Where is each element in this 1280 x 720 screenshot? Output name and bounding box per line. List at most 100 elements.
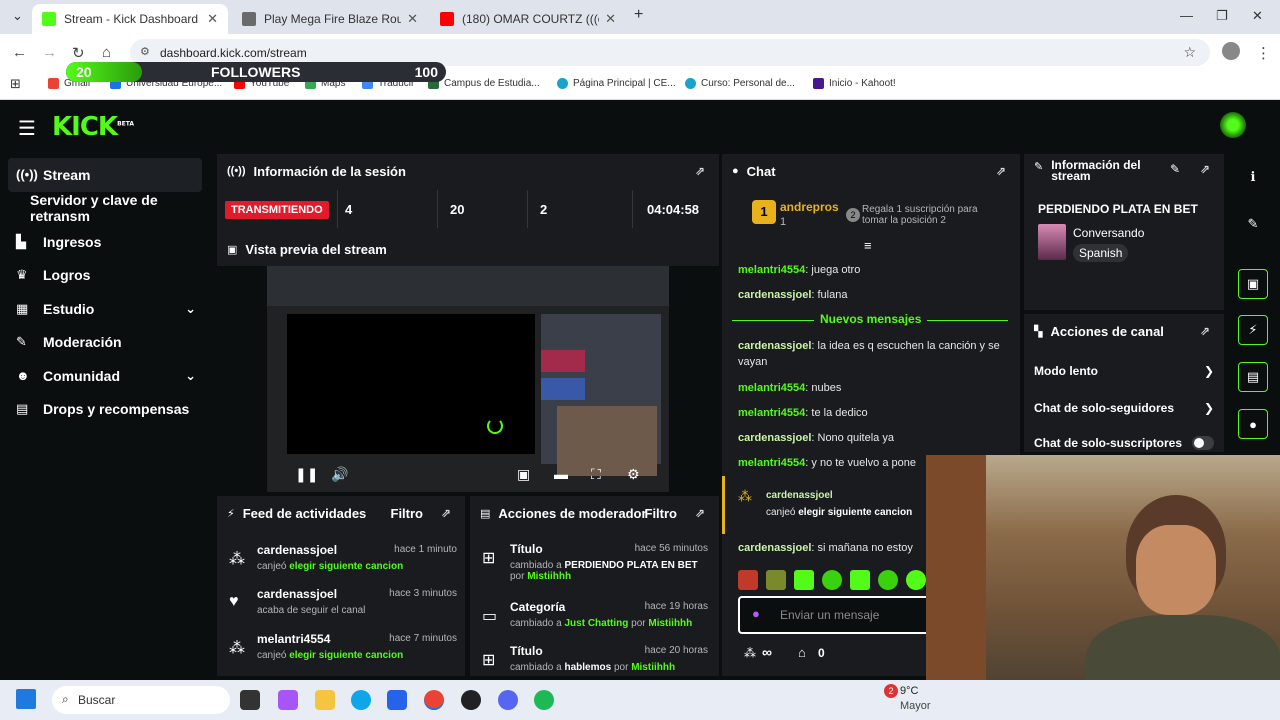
emote-icon[interactable] xyxy=(766,570,786,590)
document-icon[interactable]: ▤ xyxy=(1238,362,1268,392)
emote-icon[interactable] xyxy=(822,570,842,590)
popout-icon[interactable]: ⇗ xyxy=(441,506,451,520)
copilot-icon[interactable] xyxy=(278,690,298,710)
emote-icon[interactable] xyxy=(878,570,898,590)
site-info-icon[interactable]: ⚙ xyxy=(140,45,150,58)
followers-only-action[interactable]: Chat de solo-seguidores ❯ xyxy=(1034,401,1214,415)
tab-search-icon[interactable]: ⌄ xyxy=(12,8,23,24)
pinned-toggle-icon[interactable]: ≡ xyxy=(864,238,872,253)
sidebar-item-moderacion[interactable]: ✎ Moderación xyxy=(0,326,210,360)
session-panel: ((•)) Información de la sesión ⇗ TRANSMI… xyxy=(217,154,719,542)
theater-icon[interactable]: ▬ xyxy=(554,466,568,482)
weather-temp[interactable]: 9°C xyxy=(900,685,918,697)
lightning-icon[interactable]: ⚡ xyxy=(1238,315,1268,345)
activity-user[interactable]: melantri4554 xyxy=(257,632,330,646)
taskbar-search[interactable]: ⌕ Buscar xyxy=(52,686,230,714)
menu-icon[interactable]: ☰ xyxy=(18,116,36,141)
tab-roulette[interactable]: Play Mega Fire Blaze Roulette ✕ xyxy=(232,4,428,34)
pip-icon[interactable]: ▣ xyxy=(517,466,530,483)
obs-icon[interactable] xyxy=(461,690,481,710)
popout-icon[interactable]: ⇗ xyxy=(1200,162,1210,176)
popout-icon[interactable]: ⇗ xyxy=(1200,324,1210,338)
sidebar-item-ingresos[interactable]: ▙ Ingresos xyxy=(0,225,210,259)
stream-preview-video[interactable]: ❚❚ 🔊 ▣ ▬ ⛶ ⚙ xyxy=(267,266,669,492)
sidebar-item-stream[interactable]: ((•)) Stream xyxy=(8,158,202,192)
chevron-down-icon[interactable]: ⌄ xyxy=(185,368,196,384)
bookmark-curso[interactable]: Curso: Personal de... xyxy=(685,78,795,89)
activity-user[interactable]: cardenassjoel xyxy=(257,587,337,601)
mic-icon[interactable]: ● xyxy=(752,606,760,621)
sidebar-item-logros[interactable]: ♛ Logros xyxy=(0,259,210,293)
store-icon[interactable] xyxy=(387,690,407,710)
maximize-icon[interactable]: ❐ xyxy=(1216,8,1228,24)
emote-icon[interactable] xyxy=(738,570,758,590)
sidebar-item-server-key[interactable]: Servidor y clave de retransm xyxy=(0,192,210,226)
bookmark-campus[interactable]: Campus de Estudia... xyxy=(428,78,540,89)
edge-icon[interactable] xyxy=(351,690,371,710)
chat-icon: ● xyxy=(732,165,739,177)
info-icon[interactable]: ℹ xyxy=(1238,162,1268,192)
kick-logo[interactable]: KICKBETA xyxy=(52,112,134,142)
windows-start-icon[interactable] xyxy=(16,689,36,709)
close-icon[interactable]: ✕ xyxy=(605,11,616,27)
task-view-icon[interactable] xyxy=(240,690,260,710)
pause-icon[interactable]: ❚❚ xyxy=(295,466,318,483)
stream-category[interactable]: Conversando xyxy=(1073,226,1144,240)
emote-icon[interactable] xyxy=(906,570,926,590)
edit-icon[interactable]: ✎ xyxy=(1170,162,1180,176)
tab-youtube[interactable]: (180) OMAR COURTZ (((ousi))) ✕ xyxy=(430,4,626,34)
bookmark-kahoot[interactable]: Inicio - Kahoot! xyxy=(813,78,896,89)
emote-icon[interactable] xyxy=(850,570,870,590)
top-gifter-name[interactable]: andrepros xyxy=(780,200,839,214)
store-icon[interactable]: ⌂ xyxy=(798,645,806,660)
sidebar-item-comunidad[interactable]: ☻ Comunidad ⌄ xyxy=(0,359,210,393)
redeem-user[interactable]: cardenassjoel xyxy=(766,490,833,501)
wrench-icon: ✎ xyxy=(16,334,27,350)
tab-kick[interactable]: Stream - Kick Dashboard ✕ xyxy=(32,4,228,34)
minimize-icon[interactable]: — xyxy=(1180,8,1193,23)
sidebar-item-drops[interactable]: ▤ Drops y recompensas xyxy=(0,393,210,427)
store-count: 0 xyxy=(818,646,825,660)
settings-icon[interactable]: ⚙ xyxy=(627,466,640,483)
bookmark-star-icon[interactable]: ☆ xyxy=(1183,44,1196,61)
filter-button[interactable]: Filtro xyxy=(391,506,424,521)
popout-icon[interactable]: ⇗ xyxy=(996,164,1006,178)
discord-icon[interactable] xyxy=(498,690,518,710)
subscribers-only-toggle[interactable] xyxy=(1192,436,1214,450)
filter-button[interactable]: Filtro xyxy=(645,506,678,521)
activity-user[interactable]: cardenassjoel xyxy=(257,543,337,557)
menu-dots-icon[interactable]: ⋮ xyxy=(1256,44,1271,62)
points-icon[interactable]: ⁂ xyxy=(744,646,756,660)
back-icon[interactable]: ← xyxy=(12,44,27,61)
tab-title: Play Mega Fire Blaze Roulette xyxy=(264,12,402,26)
bookmark-pagina-principal[interactable]: Página Principal | CE... xyxy=(557,78,676,89)
profile-icon[interactable] xyxy=(1222,42,1240,60)
forward-icon[interactable]: → xyxy=(42,44,57,61)
user-avatar[interactable] xyxy=(1220,112,1246,138)
followers-count: 20 xyxy=(450,202,465,217)
close-window-icon[interactable]: ✕ xyxy=(1252,8,1263,24)
fullscreen-icon[interactable]: ⛶ xyxy=(591,466,601,483)
chevron-down-icon[interactable]: ⌄ xyxy=(185,301,196,317)
new-tab-icon[interactable]: + xyxy=(634,6,643,24)
volume-icon[interactable]: 🔊 xyxy=(331,466,348,483)
popout-icon[interactable]: ⇗ xyxy=(695,506,705,520)
chat-header: ● Chat ⇗ xyxy=(722,154,1020,188)
chat-icon[interactable]: ● xyxy=(1238,409,1268,439)
close-icon[interactable]: ✕ xyxy=(407,11,418,27)
popout-icon[interactable]: ⇗ xyxy=(695,164,705,178)
file-explorer-icon[interactable] xyxy=(315,690,335,710)
sidebar-item-estudio[interactable]: ▦ Estudio ⌄ xyxy=(0,292,210,326)
slow-mode-action[interactable]: Modo lento ❯ xyxy=(1034,364,1214,378)
apps-grid-icon[interactable]: ⊞ xyxy=(10,76,21,92)
edit-icon[interactable]: ✎ xyxy=(1238,209,1268,239)
close-icon[interactable]: ✕ xyxy=(207,11,218,27)
home-icon[interactable]: ⌂ xyxy=(102,44,111,61)
emote-icon[interactable] xyxy=(794,570,814,590)
session-stats: TRANSMITIENDO 4 20 2 04:04:58 xyxy=(217,190,719,228)
camera-icon[interactable]: ▣ xyxy=(1238,269,1268,299)
gift-prompt[interactable]: Regala 1 suscripción para tomar la posic… xyxy=(862,204,1002,226)
reload-icon[interactable]: ↻ xyxy=(72,44,85,62)
chrome-icon[interactable] xyxy=(424,690,444,710)
spotify-icon[interactable] xyxy=(534,690,554,710)
